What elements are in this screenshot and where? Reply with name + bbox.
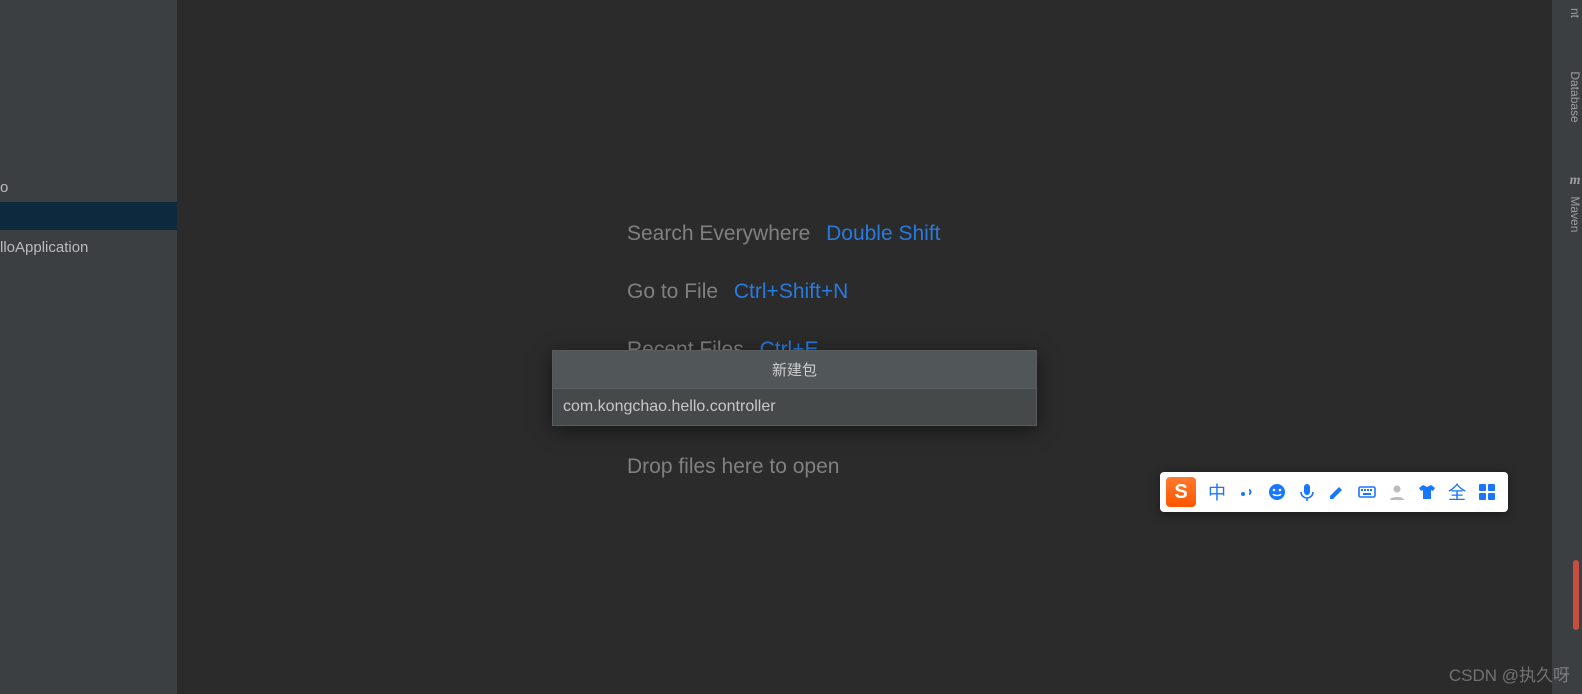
rail-button-maven[interactable]: m Maven [1552, 165, 1582, 240]
watermark-text: CSDN @执久呀 [1449, 661, 1570, 686]
rail-button-database[interactable]: Database [1552, 40, 1582, 131]
rail-label: Database [1568, 71, 1582, 122]
rail-label: nt [1568, 8, 1582, 18]
sidebar-item[interactable]: lloApplication [0, 234, 88, 262]
drop-files-text: Drop files here to open [627, 455, 839, 479]
keyboard-icon[interactable] [1352, 477, 1382, 507]
user-icon[interactable] [1382, 477, 1412, 507]
scrollbar-error-mark[interactable] [1573, 560, 1579, 630]
ime-punct-button[interactable] [1232, 477, 1262, 507]
sogou-logo-icon[interactable]: S [1166, 477, 1196, 507]
hint-goto-file: Go to File Ctrl+Shift+N [627, 280, 941, 304]
rail-label: Maven [1568, 196, 1582, 232]
dialog-title: 新建包 [553, 351, 1036, 389]
mic-icon[interactable] [1292, 477, 1322, 507]
ime-lang-button[interactable]: 中 [1202, 477, 1232, 507]
pen-icon[interactable] [1322, 477, 1352, 507]
editor-empty-area: Search Everywhere Double Shift Go to Fil… [177, 0, 1552, 694]
sidebar-item-selected[interactable] [0, 202, 177, 230]
shirt-icon[interactable] [1412, 477, 1442, 507]
package-name-input[interactable] [553, 389, 1036, 425]
ime-toolbar: S 中 全 [1160, 472, 1508, 512]
hint-label: Search Everywhere [627, 222, 810, 245]
grid-icon[interactable] [1472, 477, 1502, 507]
project-sidebar: o lloApplication [0, 0, 177, 694]
hint-label: Go to File [627, 280, 718, 303]
hint-search-everywhere: Search Everywhere Double Shift [627, 222, 941, 246]
rail-button-partial[interactable]: nt [1552, 0, 1582, 26]
emoji-icon[interactable] [1262, 477, 1292, 507]
hint-shortcut: Double Shift [826, 222, 940, 245]
ime-full-button[interactable]: 全 [1442, 477, 1472, 507]
maven-icon: m [1570, 173, 1581, 189]
hint-shortcut: Ctrl+Shift+N [734, 280, 848, 303]
new-package-dialog: 新建包 [552, 350, 1037, 426]
sidebar-item[interactable]: o [0, 174, 8, 202]
